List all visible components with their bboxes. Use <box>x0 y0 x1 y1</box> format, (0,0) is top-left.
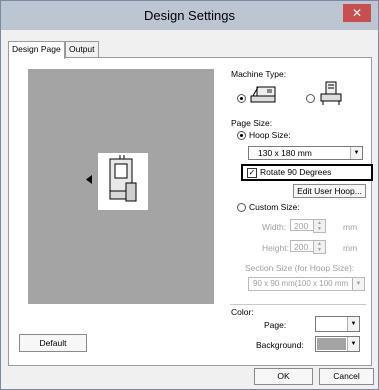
sewing-machine-icon <box>250 86 276 103</box>
machine-type-radio-sewing[interactable] <box>237 94 246 103</box>
chevron-down-icon: ▼ <box>347 317 359 331</box>
page-color-select[interactable]: ▼ <box>315 316 360 332</box>
page-color-label: Page: <box>264 320 287 330</box>
rotate-90-label: Rotate 90 Degrees <box>260 167 332 177</box>
close-button[interactable]: ✕ <box>343 4 371 22</box>
section-size-select[interactable]: 90 x 90 mm(100 x 100 mm ▼ <box>248 277 365 291</box>
hoop-size-label: Hoop Size: <box>249 130 291 140</box>
custom-size-label: Custom Size: <box>249 202 300 212</box>
hoop-rotated-icon <box>109 155 137 202</box>
height-label: Height: <box>262 243 289 253</box>
page-color-swatch <box>317 318 346 330</box>
machine-type-radio-multi-needle[interactable] <box>306 94 315 103</box>
tab-output[interactable]: Output <box>65 41 99 58</box>
chevron-down-icon: ▼ <box>350 147 362 159</box>
default-button[interactable]: Default <box>19 334 87 352</box>
height-input[interactable]: 200 <box>290 240 314 252</box>
section-size-label: Section Size (for Hoop Size): <box>245 263 355 273</box>
dialog-title: Design Settings <box>143 8 236 23</box>
height-spinner[interactable]: ▲ ▼ <box>313 240 326 254</box>
title-bar: Design Settings ✕ <box>1 1 378 30</box>
hoop-size-value: 130 x 180 mm <box>258 148 312 158</box>
color-label: Color: <box>231 307 254 317</box>
rotate-90-checkbox[interactable]: ✓ <box>247 168 257 178</box>
rotate-left-arrow-icon <box>86 175 92 184</box>
chevron-down-icon: ▼ <box>352 278 364 290</box>
section-size-value: 90 x 90 mm(100 x 100 mm <box>253 279 349 288</box>
multi-needle-machine-icon <box>320 81 342 105</box>
tab-design-page[interactable]: Design Page <box>8 41 65 59</box>
height-unit: mm <box>343 243 358 253</box>
hoop-size-select[interactable]: 130 x 180 mm ▼ <box>248 146 363 160</box>
design-settings-dialog: Design Settings ✕ Design Page Output Mac… <box>0 0 379 390</box>
background-color-swatch <box>317 338 346 350</box>
page-size-label: Page Size: <box>231 118 273 128</box>
width-spinner[interactable]: ▲ ▼ <box>313 219 326 233</box>
edit-user-hoop-button[interactable]: Edit User Hoop... <box>293 184 366 198</box>
machine-type-label: Machine Type: <box>231 69 287 79</box>
width-input[interactable]: 200 <box>290 219 314 231</box>
hoop-size-radio[interactable] <box>237 131 246 140</box>
ok-button[interactable]: OK <box>254 368 313 385</box>
width-unit: mm <box>343 222 358 232</box>
custom-size-radio[interactable] <box>237 203 246 212</box>
page-preview <box>28 69 214 304</box>
divider <box>230 304 366 305</box>
cancel-button[interactable]: Cancel <box>319 368 374 385</box>
chevron-down-icon: ▼ <box>347 337 359 351</box>
hoop-preview-card <box>98 153 148 210</box>
background-color-select[interactable]: ▼ <box>315 336 360 352</box>
background-color-label: Background: <box>256 340 304 350</box>
width-label: Width: <box>262 222 287 232</box>
